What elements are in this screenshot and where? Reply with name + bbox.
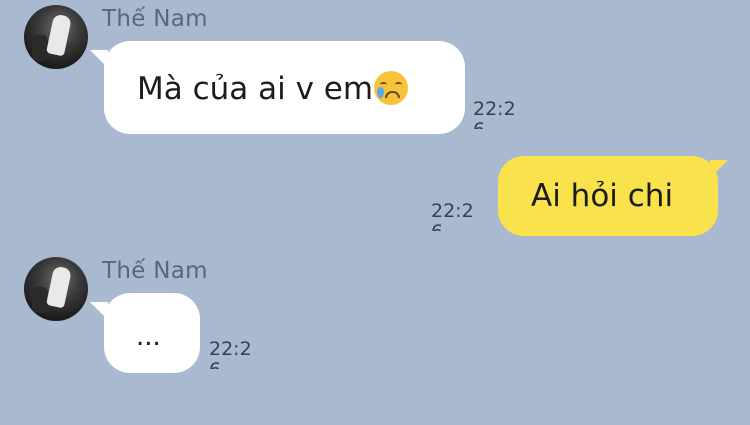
message-timestamp: 22:26	[431, 201, 474, 231]
incoming-message-bubble[interactable]: ...	[104, 293, 200, 373]
bubble-tail	[90, 50, 108, 68]
message-timestamp: 22:26	[209, 339, 252, 369]
message-text: ...	[136, 322, 161, 352]
sender-name: Thế Nam	[102, 6, 208, 32]
incoming-message-bubble[interactable]: Mà của ai v em	[104, 41, 465, 134]
message-timestamp: 22:26	[473, 99, 516, 129]
outgoing-message-bubble[interactable]: Ai hỏi chi	[498, 156, 718, 236]
message-text: Mà của ai v em	[137, 71, 374, 107]
sender-avatar[interactable]	[24, 257, 88, 321]
message-text: Ai hỏi chi	[531, 178, 674, 214]
bubble-tail	[710, 160, 728, 178]
bubble-tail	[90, 302, 108, 320]
sender-avatar[interactable]	[24, 5, 88, 69]
crying-face-emoji-icon	[374, 71, 409, 105]
sender-name: Thế Nam	[102, 258, 208, 284]
